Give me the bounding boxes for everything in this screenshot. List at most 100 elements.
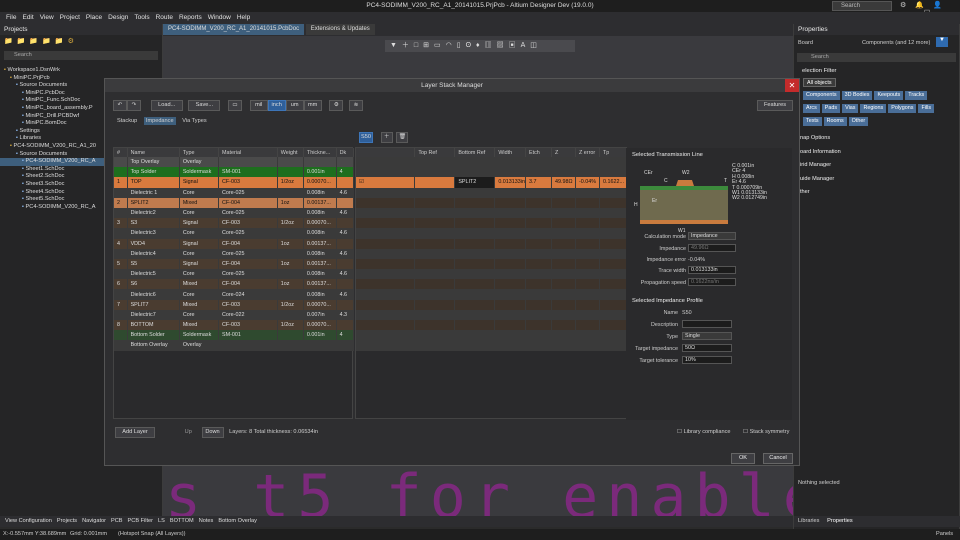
stack-column-header[interactable]: Thickne... (303, 148, 337, 157)
unit-inch[interactable]: inch (267, 100, 286, 111)
panels-button[interactable]: Panels (936, 531, 953, 537)
menu-reports[interactable]: Reports (179, 12, 202, 24)
stack-row[interactable]: Dielectric7 Core Core-022 0.007in 4.3 (114, 309, 355, 320)
unit-mm[interactable]: mm (303, 100, 322, 111)
impedance-row[interactable] (356, 248, 628, 259)
gear-icon[interactable]: ⚙ (329, 100, 344, 111)
tab-libraries[interactable]: Libraries (798, 518, 819, 524)
bottom-tab[interactable]: Bottom Overlay (218, 516, 257, 527)
menu-tools[interactable]: Tools (134, 12, 149, 24)
stack-column-header[interactable]: Dk (336, 148, 355, 157)
impedance-column-header[interactable]: Tp (599, 148, 628, 157)
filter-chip[interactable]: 3D Bodies (841, 91, 873, 100)
impedance-column-header[interactable]: Etch (525, 148, 552, 157)
menu-project[interactable]: Project (60, 12, 80, 24)
redo-button[interactable]: ↷ (127, 100, 141, 111)
calc-mode-select[interactable]: Impedance (688, 232, 736, 240)
properties-search-input[interactable]: Search (797, 53, 956, 62)
stack-row[interactable]: Dielectric3 Core Core-025 0.008in 4.6 (114, 228, 355, 239)
menu-window[interactable]: Window (208, 12, 231, 24)
impedance-row[interactable] (356, 289, 628, 300)
impedance-cell-bottom_ref[interactable]: SPLIT2 (454, 177, 496, 188)
up-button[interactable]: Up (185, 429, 192, 435)
stack-row[interactable]: Dielectric2 Core Core-025 0.008in 4.6 (114, 207, 355, 219)
filter-chip[interactable]: Regions (860, 104, 887, 113)
tree-item[interactable]: ▪ Workspace1.DsnWrk (0, 67, 162, 75)
impedance-column-header[interactable]: Bottom Ref (454, 148, 496, 157)
filter-chip[interactable]: Keepouts (874, 91, 904, 100)
impedance-row[interactable]: ☑ SPLIT2 0.013133in 3.7 49.98Ω -0.04% 0.1622..… (356, 177, 628, 188)
stack-row[interactable]: Dielectric5 Core Core-025 0.008in 4.6 (114, 269, 355, 280)
stack-row[interactable]: 8 BOTTOM Mixed CF-003 1/2oz 0.00070... (114, 320, 355, 331)
undo-button[interactable]: ↶ (113, 100, 127, 111)
stack-column-header[interactable]: # (114, 148, 128, 157)
bottom-tab[interactable]: LS (158, 516, 165, 527)
filter-chip[interactable]: Other (848, 117, 869, 126)
stack-column-header[interactable]: Type (179, 148, 220, 157)
save-button[interactable]: Save... (188, 100, 221, 111)
stack-row[interactable]: 7 SPLIT7 Mixed CF-003 1/2oz 0.00070... (114, 299, 355, 310)
filter-chip[interactable]: Tracks (905, 91, 928, 100)
filter-chip[interactable]: Texts (803, 117, 822, 126)
impedance-cell-tp[interactable]: 0.1622... (599, 177, 628, 188)
components-dropdown[interactable]: Components (and 12 more) (862, 40, 930, 46)
doc-tab-pcb[interactable]: PC4-SODIMM_V200_RC_A1_20141015.PcbDoc (163, 24, 305, 35)
close-icon[interactable]: ✕ (785, 79, 799, 92)
impedance-row[interactable] (356, 187, 628, 198)
stack-row[interactable]: Top Solder Soldermask SM-001 0.001in 4 (114, 167, 355, 178)
impedance-cell-width[interactable]: 0.013133in (494, 177, 526, 188)
properties-section[interactable]: uide Manager (794, 173, 959, 187)
properties-section[interactable]: ther (794, 186, 959, 200)
projects-search-input[interactable]: Search (4, 51, 158, 60)
cancel-button[interactable]: Cancel (763, 453, 793, 464)
stack-row[interactable]: Dielectric6 Core Core-024 0.008in 4.6 (114, 289, 355, 300)
impedance-row[interactable] (356, 330, 628, 341)
menu-help[interactable]: Help (237, 12, 250, 24)
impedance-cell-etch[interactable]: 3.7 (525, 177, 552, 188)
menu-design[interactable]: Design (108, 12, 128, 24)
impedance-row[interactable] (356, 167, 628, 178)
delete-profile-icon[interactable]: 🗑 (396, 132, 409, 143)
add-layer-button[interactable]: Add Layer (115, 427, 155, 438)
impedance-cell-zerr[interactable]: -0.04% (575, 177, 600, 188)
filter-chip[interactable]: Components (803, 91, 840, 100)
target-impedance-field[interactable]: 50Ω (682, 344, 732, 352)
doc-tab-extensions[interactable]: Extensions & Updates (305, 24, 375, 35)
stack-row[interactable]: Dielectric4 Core Core-025 0.008in 4.6 (114, 248, 355, 259)
impedance-row[interactable] (356, 228, 628, 239)
impedance-field[interactable]: 49.96Ω (688, 244, 736, 252)
stack-row[interactable]: 1 TOP Signal CF-003 1/2oz 0.00070... (114, 177, 355, 188)
bottom-tab[interactable]: Notes (199, 516, 214, 527)
impedance-row[interactable] (356, 299, 628, 310)
tab-properties[interactable]: Properties (827, 518, 853, 524)
bottom-tab[interactable]: PCB (111, 516, 123, 527)
impedance-column-header[interactable]: Top Ref (414, 148, 456, 157)
bottom-tab[interactable]: PCB Filter (128, 516, 154, 527)
impedance-row[interactable] (356, 269, 628, 280)
impedance-row[interactable] (356, 207, 628, 219)
stack-column-header[interactable]: Name (127, 148, 180, 157)
bottom-tab[interactable]: BOTTOM (170, 516, 194, 527)
ok-button[interactable]: OK (731, 453, 755, 464)
filter-chip[interactable]: Rooms (823, 117, 847, 126)
print-icon[interactable]: ▭ (228, 100, 243, 111)
profile-type-select[interactable]: Single (682, 332, 732, 340)
stack-column-header[interactable]: Material (218, 148, 278, 157)
unit-mil[interactable]: mil (249, 100, 268, 111)
unit-um[interactable]: um (285, 100, 304, 111)
stack-row[interactable]: 3 S3 Signal CF-003 1/2oz 0.00070... (114, 218, 355, 229)
propagation-speed-field[interactable]: 0.1622ns/in (688, 278, 736, 286)
trace-width-field[interactable]: 0.013133in (688, 266, 736, 274)
target-tolerance-field[interactable]: 10% (682, 356, 732, 364)
properties-section[interactable]: irid Manager (794, 159, 959, 173)
menu-place[interactable]: Place (86, 12, 102, 24)
tab-stackup[interactable]: Stackup (117, 118, 137, 124)
impedance-row[interactable] (356, 279, 628, 290)
stack-row[interactable]: 4 VDD4 Signal CF-004 1oz 0.00137... (114, 238, 355, 249)
add-profile-button[interactable]: ＋ (380, 132, 393, 143)
bottom-tab[interactable]: Navigator (82, 516, 106, 527)
impedance-cell-z[interactable]: 49.98Ω (551, 177, 576, 188)
filter-chip[interactable]: Polygons (888, 104, 917, 113)
impedance-row[interactable] (356, 309, 628, 320)
impedance-row[interactable] (356, 258, 628, 270)
